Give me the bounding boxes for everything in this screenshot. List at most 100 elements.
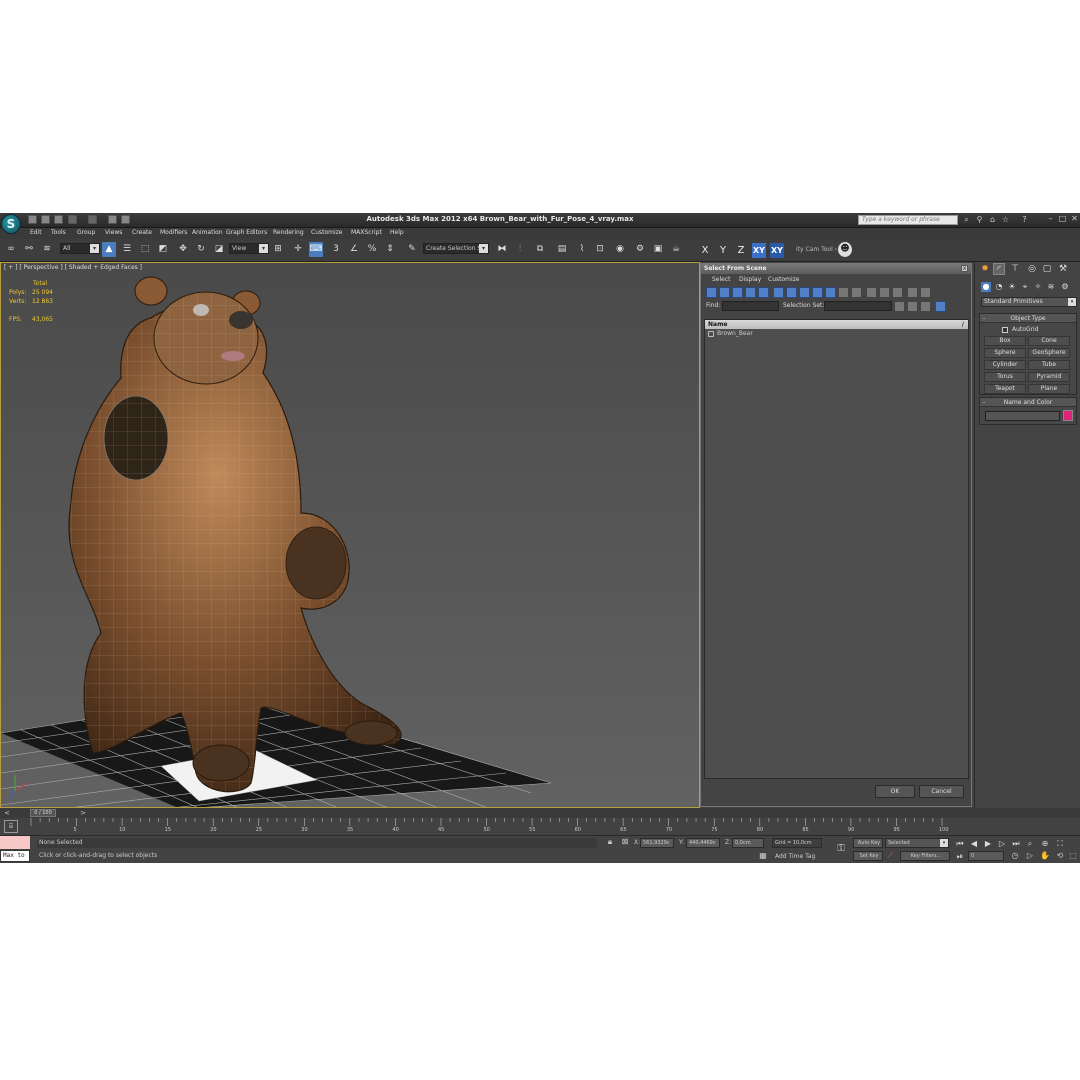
systems-icon[interactable]: ⚙ <box>1060 282 1070 292</box>
current-frame-field[interactable]: 0 <box>968 851 1004 861</box>
display-cameras-icon[interactable] <box>745 287 756 298</box>
sphere-button[interactable]: Sphere <box>984 348 1026 358</box>
selection-set-key-dropdown[interactable]: Selected ▾ <box>885 838 949 848</box>
orbit-icon[interactable]: ⟲ <box>1055 851 1065 861</box>
snaps-toggle-icon[interactable]: 3 <box>329 242 343 257</box>
select-and-manipulate-icon[interactable]: ✛ <box>291 242 305 257</box>
display-helpers-icon[interactable] <box>758 287 769 298</box>
go-to-end-icon[interactable]: ⏭ <box>1011 839 1021 848</box>
align-icon[interactable]: ⫶ <box>513 242 527 257</box>
unlink-icon[interactable]: ⚯ <box>22 242 36 257</box>
reference-coordinate-dropdown[interactable]: View ▾ <box>229 243 269 254</box>
close-button[interactable]: ✕ <box>1069 214 1080 224</box>
axis-y-button[interactable]: Y <box>716 243 730 258</box>
menu-views[interactable]: Views <box>105 229 122 236</box>
box-button[interactable]: Box <box>984 336 1026 346</box>
mini-curve-editor-icon[interactable]: ⌸ <box>4 820 18 833</box>
axis-x-button[interactable]: X <box>698 243 712 258</box>
window-crossing-icon[interactable]: ◩ <box>156 242 170 257</box>
teapot-button[interactable]: Teapot <box>984 384 1026 394</box>
zoom-all-icon[interactable]: ⊕ <box>1040 839 1050 849</box>
edit-named-selection-icon[interactable]: ✎ <box>405 242 419 257</box>
key-icon[interactable]: ⚲ <box>975 215 984 224</box>
time-slider-handle[interactable]: 0 / 100 <box>30 809 56 817</box>
plane-button[interactable]: Plane <box>1028 384 1070 394</box>
object-color-swatch[interactable] <box>1063 410 1073 421</box>
menu-tools[interactable]: Tools <box>51 229 66 236</box>
selection-set-dropdown[interactable] <box>824 301 892 311</box>
time-configuration-icon[interactable]: ◷ <box>1010 851 1020 861</box>
binoculars-icon[interactable]: ⌕ <box>962 215 971 224</box>
tube-button[interactable]: Tube <box>1028 360 1070 370</box>
percent-snap-icon[interactable]: % <box>365 242 379 257</box>
layer-manager-icon[interactable]: ⧉ <box>533 242 547 257</box>
cameras-icon[interactable]: ⌖ <box>1020 282 1030 292</box>
menu-modifiers[interactable]: Modifiers <box>160 229 187 236</box>
pyramid-button[interactable]: Pyramid <box>1028 372 1070 382</box>
cam-tool-label[interactable]: ity Cam Tool ‹ <box>796 246 837 253</box>
column-header-name[interactable]: Name / <box>705 320 968 329</box>
cone-button[interactable]: Cone <box>1028 336 1070 346</box>
previous-frame-icon[interactable]: ◀ <box>969 839 979 848</box>
display-geometry-icon[interactable] <box>706 287 717 298</box>
dialog-menu-display[interactable]: Display <box>739 276 761 283</box>
display-frozen-icon[interactable] <box>838 287 849 298</box>
time-tag-icon[interactable]: ▦ <box>758 851 768 861</box>
select-dependents-icon[interactable] <box>935 301 946 312</box>
lock-icon[interactable]: 🔒︎ <box>605 837 615 847</box>
y-coordinate-field[interactable]: 440,4469c <box>686 838 720 848</box>
name-and-color-header[interactable]: - Name and Color <box>980 398 1076 407</box>
tab-modify-icon[interactable]: ◜ <box>993 263 1005 275</box>
menu-edit[interactable]: Edit <box>30 229 42 236</box>
display-containers-icon[interactable] <box>825 287 836 298</box>
tab-hierarchy-icon[interactable]: ⊤ <box>1009 263 1021 275</box>
x-coordinate-field[interactable]: 561,9329c <box>640 838 674 848</box>
autogrid-checkbox[interactable] <box>1002 327 1008 333</box>
field-of-view-icon[interactable]: ▷ <box>1025 851 1035 861</box>
app-logo[interactable]: S <box>1 214 21 234</box>
menu-graph-editors[interactable]: Graph Editors <box>226 229 267 236</box>
viewport-label[interactable]: [ + ] [ Perspective ] [ Shaded + Edged F… <box>4 264 142 271</box>
list-item[interactable]: Brown_Bear <box>705 329 968 339</box>
pivot-center-icon[interactable]: ⊞ <box>271 242 285 257</box>
schematic-view-icon[interactable]: ⊡ <box>593 242 607 257</box>
display-all-icon[interactable] <box>866 287 877 298</box>
display-xrefs-icon[interactable] <box>799 287 810 298</box>
rectangular-region-icon[interactable]: ⬚ <box>138 242 152 257</box>
named-selection-sets-dropdown[interactable]: Create Selection Se ▾ <box>423 243 489 254</box>
axis-xy-button[interactable]: XY <box>752 243 766 258</box>
maximize-viewport-icon[interactable]: ⬚ <box>1068 851 1078 861</box>
maxscript-input[interactable]: Max to <box>0 850 30 862</box>
maxscript-listener-mini[interactable] <box>0 836 30 849</box>
render-setup-icon[interactable]: ⚙ <box>633 242 647 257</box>
scene-object-list[interactable]: Name / Brown_Bear <box>704 319 969 779</box>
select-object-icon[interactable]: ▲ <box>102 242 116 257</box>
tab-utilities-icon[interactable]: ⚒ <box>1057 263 1069 275</box>
tab-motion-icon[interactable]: ◎ <box>1026 263 1038 275</box>
menu-maxscript[interactable]: MAXScript <box>351 229 382 236</box>
tab-create-icon[interactable]: ✹ <box>979 263 991 275</box>
play-icon[interactable]: ▶ <box>983 839 993 848</box>
key-mode-toggle-icon[interactable]: ⏯ <box>955 852 965 861</box>
next-frame-icon[interactable]: ▷ <box>997 839 1007 848</box>
set-key-icon[interactable]: ⚿ <box>836 844 846 854</box>
object-type-header[interactable]: - Object Type <box>980 314 1076 323</box>
ok-button[interactable]: OK <box>875 785 915 798</box>
dialog-menu-select[interactable]: Select <box>712 276 731 283</box>
select-invert-icon[interactable] <box>920 301 931 312</box>
primitive-category-dropdown[interactable]: Standard Primitives ▾ <box>981 297 1077 307</box>
lights-icon[interactable]: ☀ <box>1007 282 1017 292</box>
bind-space-warp-icon[interactable]: ≋ <box>40 242 54 257</box>
dialog-title[interactable]: Select From Scene <box>701 264 971 274</box>
material-editor-icon[interactable]: ◉ <box>613 242 627 257</box>
axis-z-button[interactable]: Z <box>734 243 748 258</box>
key-filters-button[interactable]: Key Filters... <box>900 851 950 861</box>
zoom-extents-icon[interactable]: ⛶ <box>1055 839 1065 849</box>
z-coordinate-field[interactable]: 0,0cm <box>732 838 764 848</box>
spinner-snap-icon[interactable]: ⇕ <box>383 242 397 257</box>
select-all-icon[interactable] <box>894 301 905 312</box>
auto-key-button[interactable]: Auto Key <box>853 838 883 848</box>
slider-prev-button[interactable]: < <box>2 808 12 818</box>
select-by-name-icon[interactable]: ☰ <box>120 242 134 257</box>
graphite-ribbon-icon[interactable]: ▤ <box>555 242 569 257</box>
